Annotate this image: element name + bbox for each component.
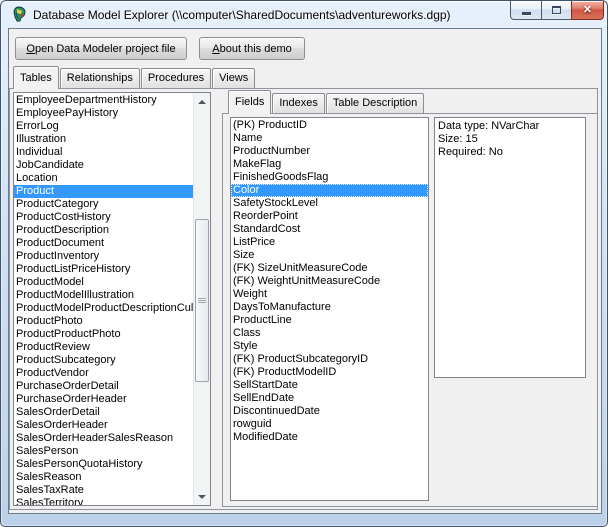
- table-list-item[interactable]: Location: [14, 172, 193, 185]
- field-list-item[interactable]: ModifiedDate: [231, 431, 428, 444]
- table-list-item[interactable]: SalesOrderHeader: [14, 419, 193, 432]
- detail-tab[interactable]: Fields: [228, 90, 271, 114]
- field-list-item[interactable]: ProductLine: [231, 314, 428, 327]
- table-list-item[interactable]: SalesPerson: [14, 445, 193, 458]
- field-list-item[interactable]: (FK) ProductModelID: [231, 366, 428, 379]
- table-list-item[interactable]: ProductModel: [14, 276, 193, 289]
- app-window: Database Model Explorer (\\computer\Shar…: [0, 0, 608, 527]
- button-label-rest: pen Data Modeler project file: [35, 43, 176, 55]
- field-list-item[interactable]: (FK) WeightUnitMeasureCode: [231, 275, 428, 288]
- open-project-button[interactable]: Open Data Modeler project file: [15, 37, 187, 60]
- client-area: Open Data Modeler project file About thi…: [8, 28, 602, 514]
- field-list-item[interactable]: SellEndDate: [231, 392, 428, 405]
- tables-listbox: EmployeeDepartmentHistoryEmployeePayHist…: [13, 92, 211, 506]
- field-list-item[interactable]: FinishedGoodsFlag: [231, 171, 428, 184]
- maximize-button[interactable]: [542, 1, 571, 20]
- field-list-item[interactable]: Size: [231, 249, 428, 262]
- table-list-item[interactable]: PurchaseOrderDetail: [14, 380, 193, 393]
- field-list-item[interactable]: (FK) SizeUnitMeasureCode: [231, 262, 428, 275]
- main-tab[interactable]: Relationships: [60, 68, 140, 88]
- table-list-item[interactable]: SalesOrderHeaderSalesReason: [14, 432, 193, 445]
- field-list-item[interactable]: DiscontinuedDate: [231, 405, 428, 418]
- table-list-item[interactable]: ProductProductPhoto: [14, 328, 193, 341]
- triangle-down-icon: [198, 495, 206, 499]
- table-list-item[interactable]: ProductInventory: [14, 250, 193, 263]
- triangle-up-icon: [198, 100, 206, 104]
- table-list-item[interactable]: ProductCategory: [14, 198, 193, 211]
- field-list-item[interactable]: (PK) ProductID: [231, 119, 428, 132]
- titlebar[interactable]: Database Model Explorer (\\computer\Shar…: [1, 1, 607, 29]
- field-list-item[interactable]: Color: [231, 184, 428, 197]
- close-button[interactable]: ✕: [571, 1, 604, 20]
- tables-list-content: EmployeeDepartmentHistoryEmployeePayHist…: [14, 94, 193, 505]
- table-list-item[interactable]: ProductReview: [14, 341, 193, 354]
- field-list-item[interactable]: ReorderPoint: [231, 210, 428, 223]
- field-list-item[interactable]: Class: [231, 327, 428, 340]
- main-tab[interactable]: Views: [212, 68, 255, 88]
- about-demo-button[interactable]: About this demo: [199, 37, 305, 60]
- field-list-item[interactable]: MakeFlag: [231, 158, 428, 171]
- main-tabstrip: TablesRelationshipsProceduresViews: [13, 66, 256, 89]
- table-list-item[interactable]: ProductDocument: [14, 237, 193, 250]
- field-list-item[interactable]: rowguid: [231, 418, 428, 431]
- field-list-item[interactable]: DaysToManufacture: [231, 301, 428, 314]
- table-list-item[interactable]: EmployeeDepartmentHistory: [14, 94, 193, 107]
- tables-scrollbar[interactable]: [193, 93, 210, 505]
- table-list-item[interactable]: JobCandidate: [14, 159, 193, 172]
- table-list-item[interactable]: ProductDescription: [14, 224, 193, 237]
- field-list-item[interactable]: ListPrice: [231, 236, 428, 249]
- field-list-item[interactable]: ProductNumber: [231, 145, 428, 158]
- button-label-accel: A: [212, 43, 219, 55]
- table-list-item[interactable]: SalesReason: [14, 471, 193, 484]
- detail-tabstrip: FieldsIndexesTable Description: [228, 90, 425, 114]
- field-detail-line: Data type: NVarChar: [438, 120, 585, 133]
- fields-list-content: (PK) ProductIDNameProductNumberMakeFlagF…: [231, 119, 428, 500]
- field-list-item[interactable]: Name: [231, 132, 428, 145]
- table-list-item[interactable]: ProductCostHistory: [14, 211, 193, 224]
- main-tab[interactable]: Tables: [13, 66, 59, 89]
- field-details-box: Data type: NVarCharSize: 15Required: No: [434, 117, 586, 378]
- table-list-item[interactable]: ProductListPriceHistory: [14, 263, 193, 276]
- field-list-item[interactable]: Style: [231, 340, 428, 353]
- table-list-item[interactable]: Illustration: [14, 133, 193, 146]
- caption-buttons: ✕: [510, 1, 604, 20]
- scroll-down-button[interactable]: [194, 488, 210, 505]
- app-icon: [11, 6, 27, 22]
- button-label-rest: bout this demo: [220, 43, 292, 55]
- table-list-item[interactable]: ProductModelIllustration: [14, 289, 193, 302]
- detail-tab[interactable]: Indexes: [272, 93, 325, 113]
- fields-listbox: (PK) ProductIDNameProductNumberMakeFlagF…: [230, 117, 429, 501]
- field-detail-line: Size: 15: [438, 133, 585, 146]
- table-list-item[interactable]: SalesPersonQuotaHistory: [14, 458, 193, 471]
- table-list-item[interactable]: SalesOrderDetail: [14, 406, 193, 419]
- table-list-item[interactable]: ProductSubcategory: [14, 354, 193, 367]
- minimize-icon: [522, 12, 531, 15]
- table-list-item[interactable]: ErrorLog: [14, 120, 193, 133]
- grip-icon: [198, 298, 206, 303]
- table-list-item[interactable]: SalesTerritory: [14, 497, 193, 505]
- table-list-item[interactable]: ProductVendor: [14, 367, 193, 380]
- detail-tab[interactable]: Table Description: [326, 93, 424, 113]
- minimize-button[interactable]: [510, 1, 542, 20]
- table-list-item[interactable]: Individual: [14, 146, 193, 159]
- table-list-item[interactable]: SalesTaxRate: [14, 484, 193, 497]
- button-label-accel: O: [26, 43, 35, 55]
- field-list-item[interactable]: (FK) ProductSubcategoryID: [231, 353, 428, 366]
- field-detail-line: Required: No: [438, 146, 585, 159]
- field-list-item[interactable]: Weight: [231, 288, 428, 301]
- table-list-item[interactable]: ProductPhoto: [14, 315, 193, 328]
- scrollbar-thumb[interactable]: [195, 219, 209, 382]
- scroll-up-button[interactable]: [194, 93, 210, 110]
- table-list-item[interactable]: ProductModelProductDescriptionCulture: [14, 302, 193, 315]
- window-title: Database Model Explorer (\\computer\Shar…: [33, 8, 451, 22]
- table-list-item[interactable]: Product: [14, 185, 193, 198]
- field-list-item[interactable]: SafetyStockLevel: [231, 197, 428, 210]
- maximize-icon: [552, 6, 561, 14]
- field-list-item[interactable]: StandardCost: [231, 223, 428, 236]
- main-tab[interactable]: Procedures: [141, 68, 211, 88]
- table-list-item[interactable]: EmployeePayHistory: [14, 107, 193, 120]
- table-list-item[interactable]: PurchaseOrderHeader: [14, 393, 193, 406]
- close-icon: ✕: [583, 5, 592, 16]
- field-list-item[interactable]: SellStartDate: [231, 379, 428, 392]
